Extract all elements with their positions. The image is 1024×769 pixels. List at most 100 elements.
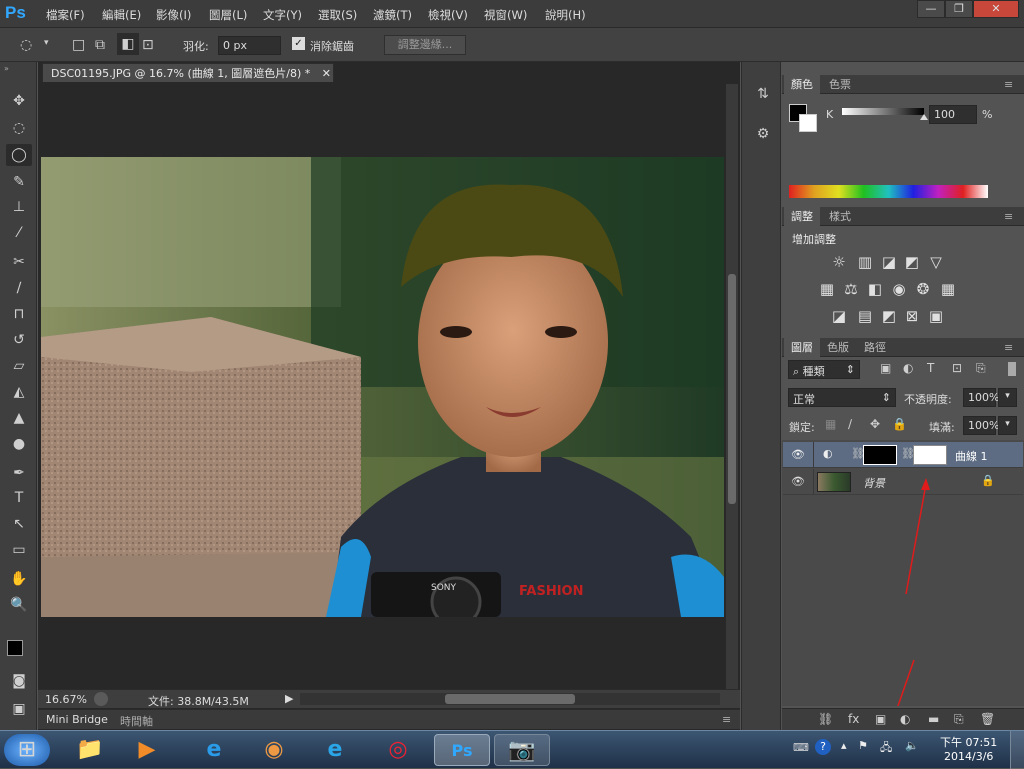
- zoom-tool-icon[interactable]: 🔍: [6, 594, 32, 616]
- vertical-scrollbar[interactable]: [726, 84, 738, 690]
- zoom-level[interactable]: 16.67%: [45, 693, 87, 706]
- menu-type[interactable]: 文字(Y): [263, 7, 302, 23]
- photo-filter-icon[interactable]: ◉: [888, 280, 910, 298]
- color-lookup-icon[interactable]: ▦: [937, 280, 959, 298]
- threshold-icon[interactable]: ◩: [878, 307, 900, 325]
- intersect-selection-icon[interactable]: ⊡: [142, 37, 154, 53]
- color-wheel-icon[interactable]: ◉: [252, 734, 296, 766]
- new-group-icon[interactable]: ▬: [928, 712, 939, 726]
- healing-tool-icon[interactable]: ✂: [6, 251, 32, 273]
- subtract-selection-icon[interactable]: ◧: [117, 33, 139, 55]
- camera-icon[interactable]: 📷: [494, 734, 550, 766]
- tab-swatches[interactable]: 色票: [822, 75, 858, 94]
- invert-icon[interactable]: ◪: [828, 307, 850, 325]
- screen-mode-icon[interactable]: ▣: [6, 698, 32, 720]
- add-selection-icon[interactable]: ⧉: [95, 37, 105, 53]
- exposure-icon[interactable]: ◩: [901, 253, 923, 271]
- color-balance-icon[interactable]: ⚖: [840, 280, 862, 298]
- lock-pixels-icon[interactable]: ∕: [848, 417, 852, 431]
- refine-edge-button[interactable]: 調整邊緣...: [384, 35, 466, 55]
- k-slider[interactable]: [842, 108, 928, 120]
- panel-menu-icon[interactable]: ≡: [722, 713, 731, 726]
- vibrance-icon[interactable]: ▽: [925, 253, 947, 271]
- bw-icon[interactable]: ◧: [864, 280, 886, 298]
- windows-start-icon[interactable]: ⊞: [4, 734, 50, 766]
- brightness-icon[interactable]: ☼: [828, 253, 850, 271]
- new-layer-icon[interactable]: ⎘: [954, 712, 964, 727]
- properties-panel-icon[interactable]: ⚙: [752, 126, 774, 148]
- horizontal-scrollbar[interactable]: [300, 693, 720, 705]
- file-explorer-icon[interactable]: 📁: [68, 734, 112, 766]
- filter-adjustment-icon[interactable]: ◐: [903, 361, 913, 375]
- blend-mode-select[interactable]: 正常 ⇕: [788, 388, 896, 407]
- lock-transparent-icon[interactable]: ▦: [825, 417, 836, 431]
- new-selection-icon[interactable]: □: [72, 37, 85, 53]
- marquee-tool-icon[interactable]: ◌: [6, 117, 32, 139]
- tab-layers[interactable]: 圖層: [784, 338, 820, 357]
- history-brush-tool-icon[interactable]: ↺: [6, 329, 32, 351]
- stamp-tool-icon[interactable]: ⊓: [6, 303, 32, 325]
- fill-dropdown-icon[interactable]: ▾: [998, 416, 1017, 435]
- adjustments-panel-menu-icon[interactable]: ≡: [1004, 210, 1013, 223]
- brush-tool-icon[interactable]: ∕: [6, 277, 32, 299]
- path-select-tool-icon[interactable]: ↖: [6, 513, 32, 535]
- lock-position-icon[interactable]: ✥: [870, 417, 880, 431]
- bg-color-swatch[interactable]: [799, 114, 817, 132]
- k-value-input[interactable]: 100: [929, 105, 977, 124]
- tab-color[interactable]: 顏色: [784, 75, 820, 94]
- restore-button[interactable]: ❐: [945, 0, 973, 18]
- status-arrow-icon[interactable]: ▶: [285, 692, 293, 705]
- close-tab-icon[interactable]: ✕: [322, 67, 331, 80]
- menu-filter[interactable]: 濾鏡(T): [373, 7, 412, 23]
- menu-help[interactable]: 說明(H): [545, 7, 586, 23]
- selective-color-icon[interactable]: ▣: [925, 307, 947, 325]
- posterize-icon[interactable]: ▤: [854, 307, 876, 325]
- filter-type-icon[interactable]: T: [927, 361, 934, 375]
- add-mask-icon[interactable]: ▣: [875, 712, 886, 726]
- type-tool-icon[interactable]: T: [6, 487, 32, 509]
- tray-arrow-icon[interactable]: ▴: [841, 739, 847, 752]
- fx-icon[interactable]: fx: [848, 712, 859, 726]
- eraser-tool-icon[interactable]: ▱: [6, 355, 32, 377]
- status-menu-icon[interactable]: [94, 692, 108, 706]
- filter-shape-icon[interactable]: ⊡: [952, 361, 962, 375]
- filter-smart-icon[interactable]: ⎘: [976, 361, 986, 376]
- layers-panel-menu-icon[interactable]: ≡: [1004, 341, 1013, 354]
- tab-timeline[interactable]: 時間軸: [120, 713, 153, 729]
- show-desktop-button[interactable]: [1010, 731, 1024, 769]
- chrome-icon[interactable]: ◎: [376, 734, 420, 766]
- eyedropper-tool-icon[interactable]: ⁄: [6, 222, 32, 244]
- canvas-photo[interactable]: SONY FASHION: [41, 157, 724, 617]
- hue-icon[interactable]: ▦: [816, 280, 838, 298]
- tab-channels[interactable]: 色版: [820, 338, 856, 357]
- hand-tool-icon[interactable]: ✋: [6, 568, 32, 590]
- layer-filter-select[interactable]: ⌕ 種類 ⇕: [788, 360, 860, 379]
- lock-all-icon[interactable]: 🔒: [892, 417, 907, 431]
- feather-input[interactable]: 0 px: [218, 36, 281, 55]
- menu-view[interactable]: 檢視(V): [428, 7, 468, 23]
- menu-window[interactable]: 視窗(W): [484, 7, 527, 23]
- document-tab[interactable]: DSC01195.JPG @ 16.7% (曲線 1, 圖層遮色片/8) * ✕: [42, 63, 334, 82]
- menu-edit[interactable]: 編輯(E): [102, 7, 141, 23]
- ie-alt-icon[interactable]: e: [313, 734, 357, 766]
- network-icon[interactable]: 🖧: [880, 739, 892, 758]
- tab-mini-bridge[interactable]: Mini Bridge: [46, 713, 108, 726]
- foreground-color-swatch[interactable]: [7, 640, 23, 656]
- pen-tool-icon[interactable]: ✒: [6, 462, 32, 484]
- vertical-scroll-thumb[interactable]: [728, 274, 736, 504]
- close-button[interactable]: ✕: [973, 0, 1019, 18]
- k-slider-thumb[interactable]: [920, 114, 928, 120]
- filter-toggle[interactable]: [1008, 362, 1016, 376]
- menu-file[interactable]: 檔案(F): [46, 7, 85, 23]
- color-spectrum-bar[interactable]: [789, 185, 988, 198]
- tray-time[interactable]: 下午 07:51: [940, 734, 997, 750]
- menu-image[interactable]: 影像(I): [156, 7, 191, 23]
- minimize-button[interactable]: —: [917, 0, 945, 18]
- opacity-input[interactable]: 100%: [963, 388, 999, 407]
- horizontal-scroll-thumb[interactable]: [445, 694, 575, 704]
- history-panel-icon[interactable]: ⇅: [752, 86, 774, 108]
- channel-mixer-icon[interactable]: ❂: [912, 280, 934, 298]
- curves-icon[interactable]: ◪: [878, 253, 900, 271]
- media-player-icon[interactable]: ▶: [125, 734, 169, 766]
- menu-layer[interactable]: 圖層(L): [209, 7, 247, 23]
